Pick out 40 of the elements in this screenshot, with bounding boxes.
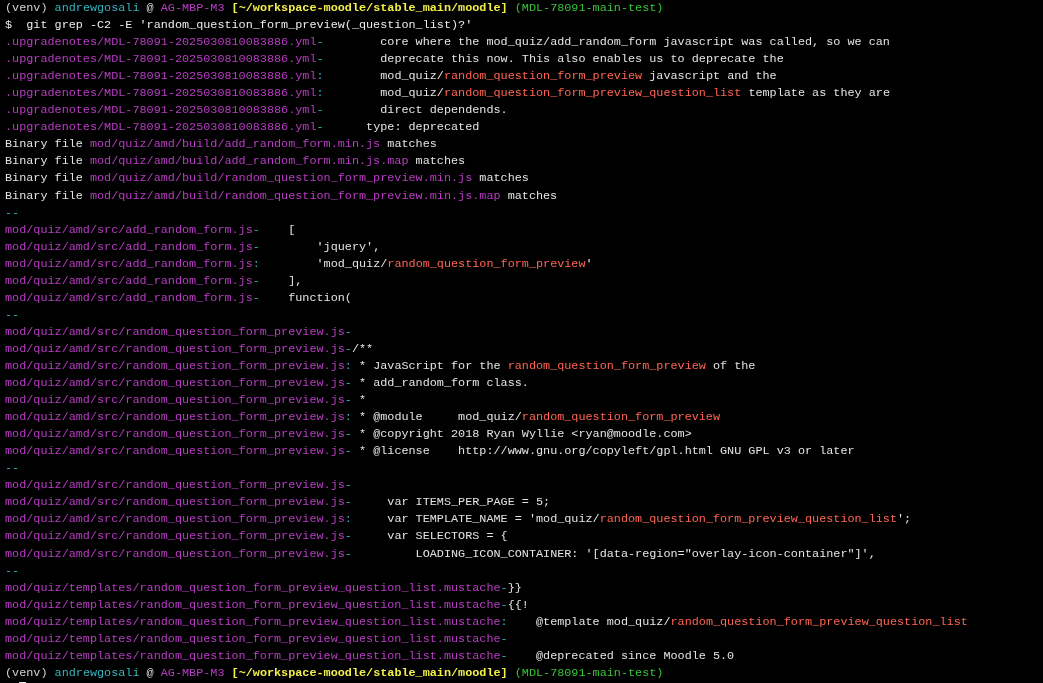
output-line: mod/quiz/amd/src/random_question_form_preview.js- * @copyright 2018 Ryan Wyllie <ryan@moodle.com> — [5, 426, 692, 444]
output-line: .upgradenotes/MDL-78091-2025030810083886.yml- direct dependends. — [5, 102, 508, 120]
output-line: Binary file mod/quiz/amd/build/random_question_form_preview.min.js.map matches — [5, 187, 558, 205]
output-line: Binary file mod/quiz/amd/build/add_random_form.min.js matches — [5, 136, 437, 154]
output-line: mod/quiz/amd/src/random_question_form_preview.js: var TEMPLATE_NAME = 'mod_quiz/random_question_form_preview_question_list'; — [5, 511, 912, 529]
output-line: mod/quiz/amd/src/random_question_form_preview.js- var SELECTORS = { — [5, 528, 508, 546]
output-line: Binary file mod/quiz/amd/build/random_question_form_preview.min.js matches — [5, 170, 529, 188]
output-line: mod/quiz/amd/src/random_question_form_preview.js- LOADING_ICON_CONTAINER: '[data-region="overlay-icon-container"]', — [5, 545, 876, 563]
output-line: mod/quiz/amd/src/add_random_form.js- [ — [5, 221, 296, 239]
output-line: mod/quiz/amd/src/add_random_form.js: 'mod_quiz/random_question_form_preview' — [5, 255, 593, 273]
output-line: mod/quiz/amd/src/random_question_form_preview.js- — [5, 323, 352, 341]
output-line: .upgradenotes/MDL-78091-2025030810083886.yml- deprecate this now. This also enables us to deprecate the — [5, 51, 784, 69]
output-line: .upgradenotes/MDL-78091-2025030810083886.yml: mod_quiz/random_question_form_preview javascript and the — [5, 68, 777, 86]
output-line: mod/quiz/amd/src/random_question_form_preview.js: * @module mod_quiz/random_question_form_preview — [5, 409, 721, 427]
output-line: mod/quiz/templates/random_question_form_preview_question_list.mustache-{{! — [5, 596, 529, 614]
output-line: .upgradenotes/MDL-78091-2025030810083886.yml: mod_quiz/random_question_form_preview_question_list template as they are — [5, 85, 890, 103]
output-line: mod/quiz/amd/src/random_question_form_preview.js- * add_random_form class. — [5, 375, 529, 393]
output-line: mod/quiz/templates/random_question_form_preview_question_list.mustache-}} — [5, 579, 522, 597]
prompt-line: (venv) andrewgosali @ AG-MBP-M3 [~/workspace-moodle/stable_main/moodle] (MDL-78091-main-test) — [5, 664, 664, 682]
output-line: mod/quiz/amd/src/random_question_form_preview.js-/** — [5, 340, 374, 358]
prompt-line: (venv) andrewgosali @ AG-MBP-M3 [~/workspace-moodle/stable_main/moodle] (MDL-78091-main-test) — [5, 0, 664, 17]
output-line: mod/quiz/templates/random_question_form_preview_question_list.mustache: @template mod_quiz/random_question_form_preview_question_list — [5, 613, 968, 631]
output-line: mod/quiz/amd/src/random_question_form_preview.js- * @license http://www.gnu.org/copyleft/gpl.html GNU GPL v3 or later — [5, 443, 855, 461]
output-line: .upgradenotes/MDL-78091-2025030810083886.yml- core where the mod_quiz/add_random_form javascript was called, so we can — [5, 34, 890, 52]
output-line: .upgradenotes/MDL-78091-2025030810083886.yml- type: deprecated — [5, 119, 480, 137]
output-line: mod/quiz/templates/random_question_form_preview_question_list.mustache- — [5, 630, 508, 648]
command-line: $ git grep -C2 -E 'random_question_form_preview(_question_list)?' — [5, 17, 473, 35]
output-line: Binary file mod/quiz/amd/build/add_random_form.min.js.map matches — [5, 153, 466, 171]
output-line: mod/quiz/amd/src/add_random_form.js- 'jquery', — [5, 238, 381, 256]
output-line: mod/quiz/amd/src/random_question_form_preview.js- var ITEMS_PER_PAGE = 5; — [5, 494, 551, 512]
output-line: mod/quiz/amd/src/add_random_form.js- function( — [5, 289, 352, 307]
output-line: mod/quiz/amd/src/random_question_form_preview.js: * JavaScript for the random_question_form_preview of the — [5, 358, 756, 375]
separator-line: -- — [5, 562, 20, 580]
output-line: mod/quiz/templates/random_question_form_preview_question_list.mustache- @deprecated since Moodle 5.0 — [5, 647, 735, 665]
separator-line: -- — [5, 204, 20, 222]
separator-line: -- — [5, 306, 20, 324]
output-line: mod/quiz/amd/src/add_random_form.js- ], — [5, 272, 303, 290]
separator-line: -- — [5, 460, 20, 478]
output-line: mod/quiz/amd/src/random_question_form_preview.js- — [5, 477, 352, 495]
output-line: mod/quiz/amd/src/random_question_form_preview.js- * — [5, 392, 367, 410]
